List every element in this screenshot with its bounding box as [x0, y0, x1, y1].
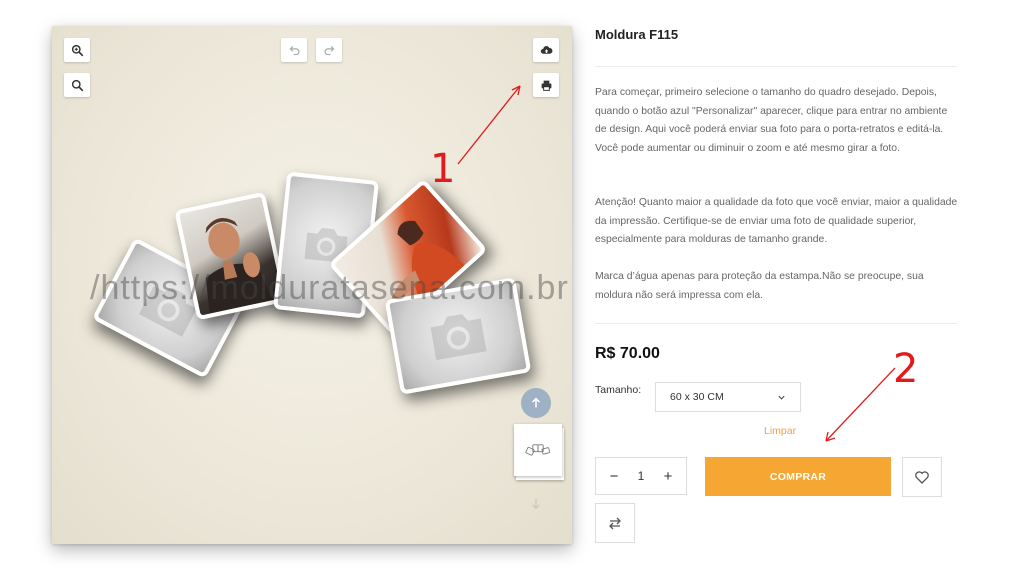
arrow-up-icon — [531, 397, 541, 408]
product-price: R$ 70.00 — [595, 345, 660, 362]
divider-middle — [595, 323, 957, 324]
quantity-value[interactable]: 1 — [638, 469, 645, 483]
heart-icon — [915, 471, 929, 484]
design-thumbnail[interactable] — [514, 424, 564, 480]
collage-thumbnail-icon — [525, 444, 551, 456]
camera-icon — [430, 314, 487, 361]
arrow-down-icon[interactable] — [529, 497, 543, 511]
design-canvas[interactable]: /https://molduratasena.com.br — [52, 26, 572, 544]
clear-selection-link[interactable]: Limpar — [764, 425, 796, 437]
size-select-value: 60 x 30 CM — [670, 391, 724, 403]
annotation-number-2: 2 — [893, 346, 919, 392]
product-description-intro: Para começar, primeiro selecione o taman… — [595, 87, 948, 154]
size-label: Tamanho: — [595, 384, 642, 396]
wishlist-button[interactable] — [902, 457, 942, 497]
quantity-increase-button[interactable]: + — [660, 468, 676, 485]
product-description-quality: Atenção! Quanto maior a qualidade da fot… — [595, 197, 958, 246]
divider-top — [595, 66, 957, 67]
product-title: Moldura F115 — [595, 27, 679, 42]
quantity-decrease-button[interactable]: − — [606, 468, 622, 485]
buy-button[interactable]: COMPRAR — [705, 457, 891, 496]
size-select[interactable]: 60 x 30 CM — [655, 382, 801, 412]
product-description-watermark: Marca d’água apenas para proteção da est… — [595, 271, 924, 301]
chevron-down-icon — [778, 395, 785, 400]
watermark-text: /https://molduratasena.com.br — [90, 269, 569, 307]
annotation-number-1: 1 — [430, 146, 456, 192]
thumbnail-front-sheet — [514, 424, 562, 476]
compare-button[interactable] — [595, 503, 635, 543]
scroll-up-button[interactable] — [521, 388, 551, 418]
compare-arrows-icon — [609, 517, 621, 530]
quantity-stepper: − 1 + — [595, 457, 687, 495]
